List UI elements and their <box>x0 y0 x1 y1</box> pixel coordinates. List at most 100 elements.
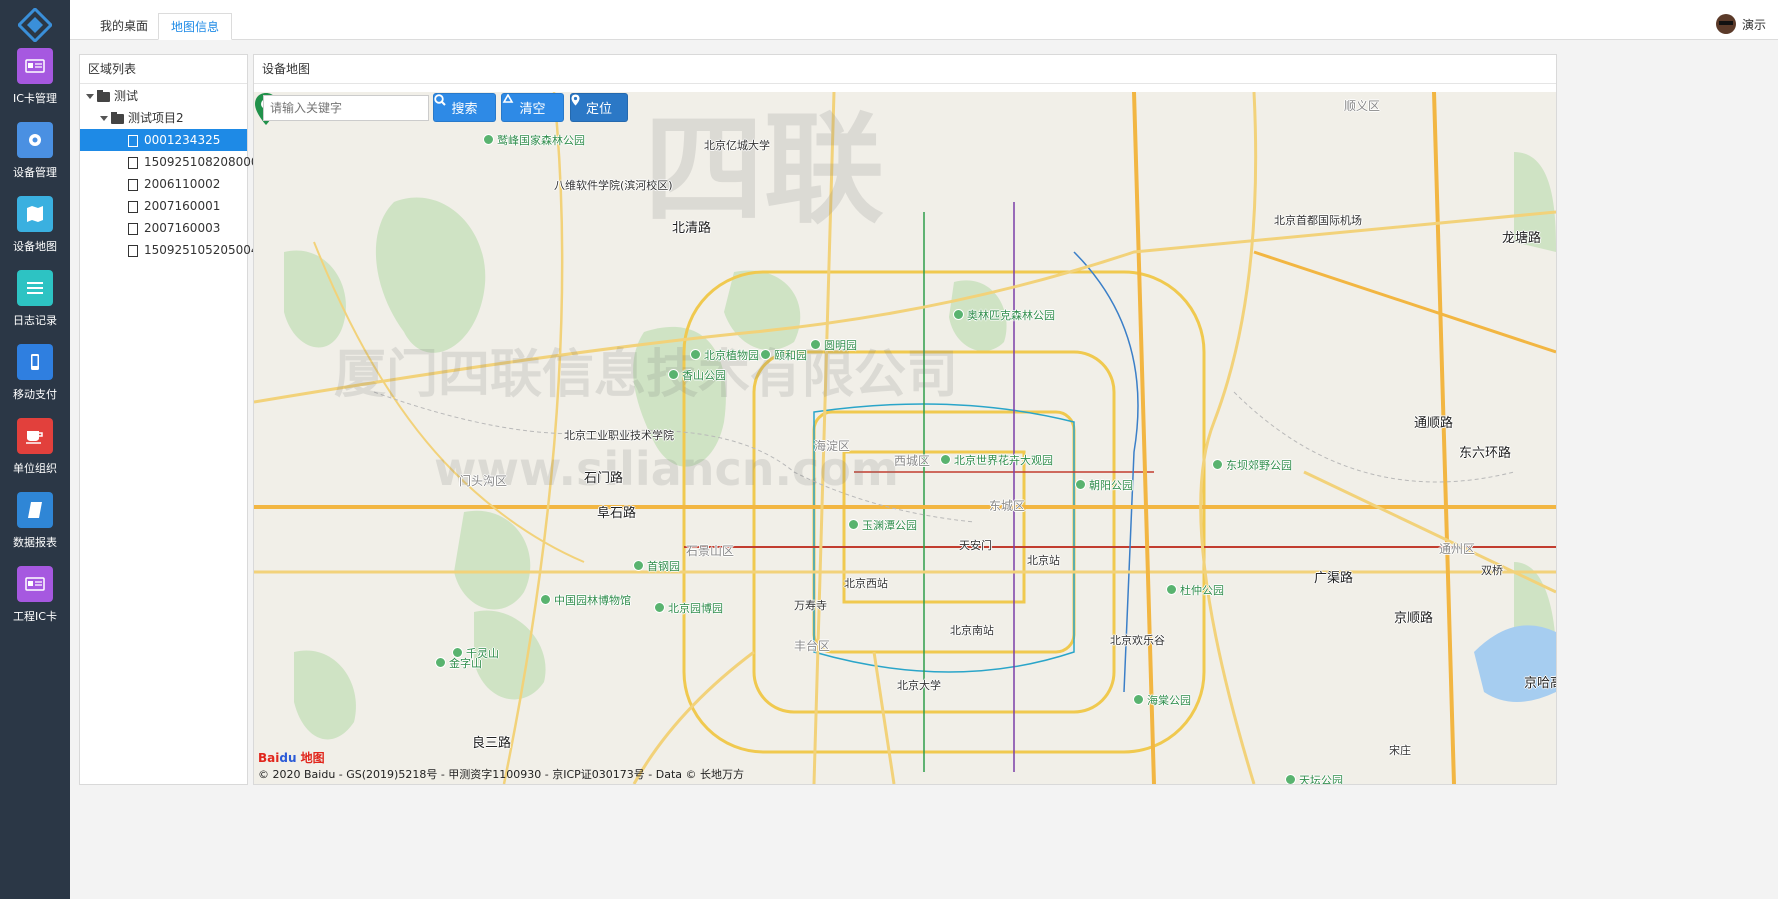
list-icon <box>17 270 53 306</box>
user-menu[interactable]: 演示 <box>1715 14 1766 34</box>
park-poi-icon[interactable] <box>435 657 446 668</box>
map-place-label[interactable]: 颐和园 <box>774 347 807 363</box>
map-place-label[interactable]: 北京欢乐谷 <box>1110 632 1165 648</box>
tree-label: 2006110002 <box>144 177 221 191</box>
map-place-label[interactable]: 天坛公园 <box>1299 772 1343 784</box>
park-poi-icon[interactable] <box>1212 459 1223 470</box>
map-place-label[interactable]: 奥林匹克森林公园 <box>967 307 1055 323</box>
map-canvas[interactable]: 四联 厦门四联信息技术有限公司 www.siliancn.com 海淀区西城区东… <box>254 92 1556 784</box>
map-place-label[interactable]: 双桥 <box>1481 562 1503 578</box>
tree-folder[interactable]: 测试 <box>80 85 247 107</box>
sidebar-item-1[interactable]: 设备管理 <box>0 122 70 196</box>
tree-device[interactable]: 2007160001 <box>80 195 247 217</box>
tree-device[interactable]: 1509251052050043 <box>80 239 266 261</box>
map-place-label[interactable]: 北京世界花卉大观园 <box>954 452 1053 468</box>
search-icon <box>434 94 446 106</box>
cup-icon <box>17 418 53 454</box>
map-district-label: 海淀区 <box>814 439 851 453</box>
sidebar-item-0[interactable]: IC卡管理 <box>0 48 70 122</box>
map-place-label[interactable]: 北京亿城大学 <box>704 137 770 153</box>
map-place-label[interactable]: 海棠公园 <box>1147 692 1191 708</box>
map-place-label[interactable]: 东坝郊野公园 <box>1226 457 1292 473</box>
sidebar-item-6[interactable]: 数据报表 <box>0 492 70 566</box>
park-poi-icon[interactable] <box>760 349 771 360</box>
caret-down-icon[interactable] <box>100 116 108 121</box>
map-place-label[interactable]: 宋庄 <box>1389 742 1411 758</box>
region-panel-title: 区域列表 <box>80 55 247 84</box>
sidebar-item-4[interactable]: 移动支付 <box>0 344 70 418</box>
park-poi-icon[interactable] <box>540 594 551 605</box>
tree-device[interactable]: 1509251082080001 <box>80 151 266 173</box>
tab-map-info[interactable]: 地图信息 <box>158 13 233 40</box>
map-district-label: 顺义区 <box>1344 99 1381 113</box>
search-button[interactable]: 搜索 <box>433 93 496 122</box>
park-poi-icon[interactable] <box>848 519 859 530</box>
id-card-icon <box>17 48 53 84</box>
map-place-label[interactable]: 玉渊潭公园 <box>862 517 917 533</box>
map-place-label[interactable]: 北京植物园 <box>704 347 759 363</box>
folder-open-icon <box>97 89 110 102</box>
map-place-label[interactable]: 北京大学 <box>897 677 941 693</box>
map-place-label[interactable]: 鹫峰国家森林公园 <box>497 132 585 148</box>
park-poi-icon[interactable] <box>953 309 964 320</box>
map-place-label[interactable]: 北京西站 <box>844 575 888 591</box>
map-place-label[interactable]: 北京园博园 <box>668 600 723 616</box>
park-poi-icon[interactable] <box>668 369 679 380</box>
park-poi-icon[interactable] <box>690 349 701 360</box>
locate-button[interactable]: 定位 <box>570 93 628 122</box>
file-icon <box>128 222 138 235</box>
tree-device[interactable]: 2006110002 <box>80 173 247 195</box>
clear-button[interactable]: 清空 <box>501 93 564 122</box>
park-poi-icon[interactable] <box>1166 584 1177 595</box>
tree-device[interactable]: 0001234325 <box>80 129 247 151</box>
tree-device[interactable]: 2007160003 <box>80 217 247 239</box>
app-logo-icon <box>18 8 52 42</box>
locate-button-label: 定位 <box>585 102 612 117</box>
sidebar-item-label: 日志记录 <box>13 314 57 327</box>
book-icon <box>17 492 53 528</box>
sidebar-item-5[interactable]: 单位组织 <box>0 418 70 492</box>
map-place-label[interactable]: 北京工业职业技术学院 <box>564 427 674 443</box>
recycle-icon <box>502 94 514 103</box>
sidebar-item-label: IC卡管理 <box>13 92 57 105</box>
sidebar-item-2[interactable]: 设备地图 <box>0 196 70 270</box>
map-place-label[interactable]: 北京站 <box>1027 552 1060 568</box>
user-name: 演示 <box>1741 17 1766 32</box>
search-input[interactable] <box>263 95 429 121</box>
map-road-label: 京顺路 <box>1394 611 1434 626</box>
sidebar-item-7[interactable]: 工程IC卡 <box>0 566 70 640</box>
map-place-label[interactable]: 杜仲公园 <box>1180 582 1224 598</box>
map-place-label[interactable]: 金字山 <box>449 655 482 671</box>
map-place-label[interactable]: 万寿寺 <box>794 597 827 613</box>
map-place-label[interactable]: 首钢园 <box>647 558 680 574</box>
tree-folder[interactable]: 测试项目2 <box>80 107 247 129</box>
park-poi-icon[interactable] <box>1133 694 1144 705</box>
map-district-label: 西城区 <box>894 454 931 468</box>
map-road-label: 良三路 <box>472 736 512 751</box>
map-place-label[interactable]: 北京首都国际机场 <box>1274 212 1362 228</box>
map-panel-title: 设备地图 <box>254 55 1556 84</box>
tab-my-desktop[interactable]: 我的桌面 <box>88 13 160 40</box>
map-place-label[interactable]: 朝阳公园 <box>1089 477 1133 493</box>
map-district-label: 门头沟区 <box>459 474 508 488</box>
map-panel: 设备地图 四联 www.siliancn.com 海淀区 西城区 东城区 丰台区… <box>253 54 1557 785</box>
park-poi-icon[interactable] <box>1075 479 1086 490</box>
top-bar: 我的桌面 地图信息 演示 <box>70 0 1778 40</box>
caret-down-icon[interactable] <box>86 94 94 99</box>
baidu-map-logo: Baidu 地图 <box>258 751 325 765</box>
gear-icon <box>17 122 53 158</box>
map-place-label[interactable]: 中国园林博物馆 <box>554 592 631 608</box>
folder-open-icon <box>111 111 124 124</box>
park-poi-icon[interactable] <box>654 602 665 613</box>
map-place-label[interactable]: 圆明园 <box>824 337 857 353</box>
park-poi-icon[interactable] <box>1285 774 1296 784</box>
park-poi-icon[interactable] <box>940 454 951 465</box>
sidebar-item-3[interactable]: 日志记录 <box>0 270 70 344</box>
map-place-label[interactable]: 北京南站 <box>950 622 994 638</box>
map-place-label[interactable]: 八维软件学院(滨河校区) <box>554 177 673 193</box>
park-poi-icon[interactable] <box>810 339 821 350</box>
park-poi-icon[interactable] <box>633 560 644 571</box>
map-place-label[interactable]: 香山公园 <box>682 367 726 383</box>
map-place-label[interactable]: 天安门 <box>959 537 992 553</box>
park-poi-icon[interactable] <box>483 134 494 145</box>
